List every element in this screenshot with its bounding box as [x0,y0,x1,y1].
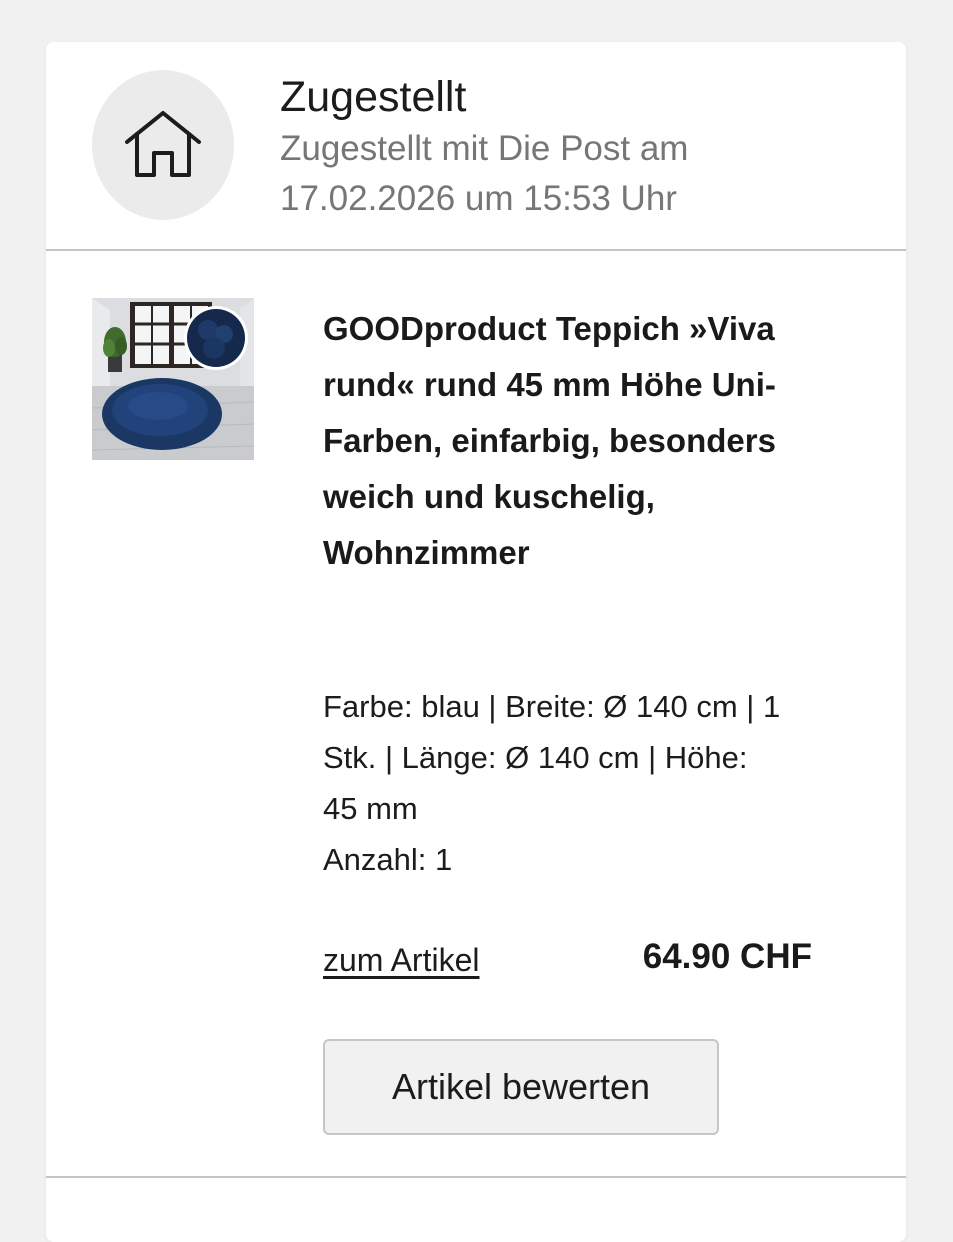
item-price: 64.90 CHF [642,937,812,976]
attribute-line: 45 mm [323,791,418,826]
product-rug-image [92,298,254,460]
attribute-line: Stk. | Länge: Ø 140 cm | Höhe: [323,740,748,775]
product-title[interactable]: GOODproduct Teppich »Viva rund« rund 45 … [323,301,823,581]
quantity-label: Anzahl: 1 [323,842,453,877]
view-article-link[interactable]: zum Artikel [323,940,479,980]
status-title: Zugestellt [280,73,467,121]
attribute-line: Farbe: blau | Breite: Ø 140 cm | 1 [323,689,781,724]
rate-article-button[interactable]: Artikel bewerten [323,1039,719,1135]
order-item: GOODproduct Teppich »Viva rund« rund 45 … [46,251,906,1178]
house-icon [125,111,201,177]
order-card: Zugestellt Zugestellt mit Die Post am 17… [46,42,906,1242]
delivery-status: Zugestellt Zugestellt mit Die Post am 17… [46,42,906,251]
product-image[interactable] [92,298,254,460]
status-icon-circle [92,70,234,220]
status-description: Zugestellt mit Die Post am 17.02.2026 um… [280,129,689,218]
product-attributes: Farbe: blau | Breite: Ø 140 cm | 1 Stk. … [323,681,833,885]
